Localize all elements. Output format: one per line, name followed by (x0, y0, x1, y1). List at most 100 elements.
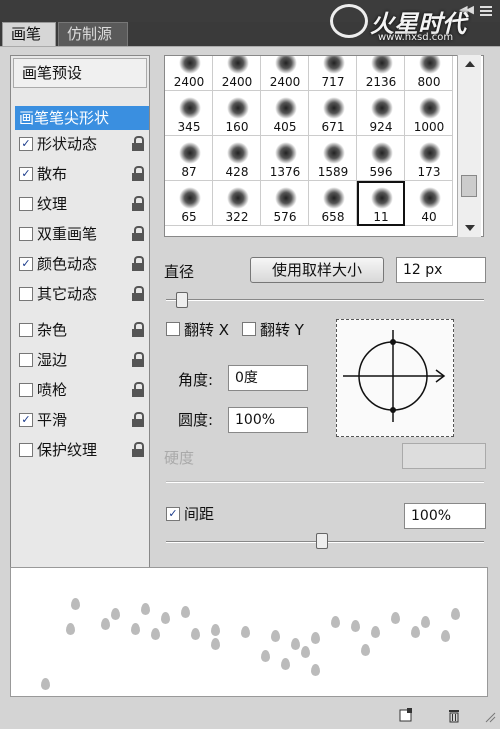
brush-setting-checkbox[interactable] (19, 197, 33, 211)
flip-x-label: 翻转 X (184, 321, 230, 339)
lock-icon[interactable] (131, 136, 145, 152)
brush-tip-cell[interactable]: 40 (405, 181, 453, 226)
brush-tip-cell[interactable]: 173 (405, 136, 453, 181)
brush-tip-cell[interactable]: 1589 (309, 136, 357, 181)
trash-icon[interactable] (446, 707, 462, 723)
petal-mark (191, 628, 200, 640)
angle-field[interactable]: 0度 (228, 365, 308, 391)
brush-tip-grid[interactable]: 2400 2400 2400 717 2136 800 345 160 405 671 924 100… (164, 55, 484, 237)
brush-tip-cell[interactable]: 2400 (213, 56, 261, 91)
hardness-slider-track (166, 481, 484, 483)
tab-brush[interactable]: 画笔 (2, 22, 56, 46)
petal-mark (141, 603, 150, 615)
flip-x-checkbox[interactable] (166, 322, 180, 336)
brush-tip-size: 322 (225, 210, 249, 224)
petal-mark (281, 658, 290, 670)
brush-setting-checkbox[interactable] (19, 323, 33, 337)
brush-tip-cell[interactable]: 717 (309, 56, 357, 91)
brush-setting-checkbox[interactable] (19, 353, 33, 367)
brush-tip-cell[interactable]: 924 (357, 91, 405, 136)
lock-icon[interactable] (131, 196, 145, 212)
brush-tip-cell[interactable]: 322 (213, 181, 261, 226)
scroll-up-icon[interactable] (465, 61, 475, 67)
lock-icon[interactable] (131, 226, 145, 242)
brush-tip-cell[interactable]: 428 (213, 136, 261, 181)
lock-icon[interactable] (131, 322, 145, 338)
lock-icon[interactable] (131, 442, 145, 458)
brush-setting-checkbox[interactable]: ✓ (19, 413, 33, 427)
petal-mark (66, 623, 75, 635)
roundness-field[interactable]: 100% (228, 407, 308, 433)
brush-tip-size: 87 (181, 165, 197, 179)
tab-clone-source[interactable]: 仿制源 (58, 22, 128, 46)
brush-tip-cell[interactable]: 345 (165, 91, 213, 136)
brush-tip-cell[interactable]: 1376 (261, 136, 309, 181)
brush-tip-cell[interactable]: 2400 (261, 56, 309, 91)
scroll-down-icon[interactable] (465, 225, 475, 231)
brush-tip-cell[interactable]: 160 (213, 91, 261, 136)
brush-tip-cell[interactable]: 1000 (405, 91, 453, 136)
brush-setting-checkbox[interactable] (19, 443, 33, 457)
brush-setting-item[interactable]: 保护纹理 (15, 438, 149, 462)
angle-roundness-preview[interactable] (336, 319, 454, 437)
lock-icon[interactable] (131, 352, 145, 368)
brush-setting-item[interactable]: ✓ 散布 (15, 162, 149, 186)
brush-tip-cell[interactable]: 65 (165, 181, 213, 226)
use-sample-size-button[interactable]: 使用取样大小 (250, 257, 384, 283)
brush-setting-checkbox[interactable] (19, 287, 33, 301)
brush-tip-size: 40 (421, 210, 437, 224)
lock-icon[interactable] (131, 412, 145, 428)
brush-tip-cell[interactable]: 87 (165, 136, 213, 181)
new-preset-icon[interactable] (398, 707, 414, 723)
brush-tip-cell[interactable]: 800 (405, 56, 453, 91)
petal-mark (291, 638, 300, 650)
brush-setting-item[interactable]: 其它动态 (15, 282, 149, 306)
brush-setting-item[interactable]: 湿边 (15, 348, 149, 372)
brush-setting-item[interactable]: 双重画笔 (15, 222, 149, 246)
brush-tip-thumbnail (275, 187, 297, 209)
brush-setting-item[interactable]: 画笔笔尖形状 (15, 106, 149, 130)
brush-setting-checkbox[interactable]: ✓ (19, 167, 33, 181)
brush-tip-cell[interactable]: 2400 (165, 56, 213, 91)
brush-setting-checkbox[interactable]: ✓ (19, 257, 33, 271)
diameter-slider-track[interactable] (166, 299, 484, 301)
brush-grid-scrollbar[interactable] (457, 55, 481, 237)
brush-tip-size: 173 (417, 165, 441, 179)
spacing-checkbox[interactable]: ✓ (166, 507, 180, 521)
brush-tip-cell[interactable]: 11 (357, 181, 405, 226)
flip-y-label: 翻转 Y (260, 321, 304, 339)
lock-icon[interactable] (131, 256, 145, 272)
spacing-field[interactable]: 100% (404, 503, 486, 529)
brush-setting-item[interactable]: 杂色 (15, 318, 149, 342)
brush-setting-item[interactable]: 纹理 (15, 192, 149, 216)
diameter-slider-thumb[interactable] (176, 292, 188, 308)
lock-icon[interactable] (131, 286, 145, 302)
brush-tip-cell[interactable]: 576 (261, 181, 309, 226)
lock-icon[interactable] (131, 166, 145, 182)
brush-tip-cell[interactable]: 2136 (357, 56, 405, 91)
diameter-field[interactable]: 12 px (396, 257, 486, 283)
brush-setting-item[interactable]: ✓ 形状动态 (15, 132, 149, 156)
brush-setting-item[interactable]: 喷枪 (15, 378, 149, 402)
brush-setting-checkbox[interactable] (19, 383, 33, 397)
spacing-slider-thumb[interactable] (316, 533, 328, 549)
brush-setting-item[interactable]: ✓ 颜色动态 (15, 252, 149, 276)
brush-setting-checkbox[interactable] (19, 227, 33, 241)
brush-tip-cell[interactable]: 596 (357, 136, 405, 181)
brush-tip-thumbnail (227, 97, 249, 119)
brush-tip-cell[interactable]: 658 (309, 181, 357, 226)
scroll-thumb[interactable] (461, 175, 477, 197)
brush-tip-cell[interactable]: 671 (309, 91, 357, 136)
brush-setting-checkbox[interactable]: ✓ (19, 137, 33, 151)
flip-y-checkbox[interactable] (242, 322, 256, 336)
angle-label: 角度: (178, 371, 214, 389)
resize-grip-icon[interactable] (484, 711, 496, 723)
brush-presets-button[interactable]: 画笔预设 (13, 58, 147, 88)
brush-tip-thumbnail (227, 56, 249, 74)
brush-tip-size: 405 (273, 120, 297, 134)
lock-icon[interactable] (131, 382, 145, 398)
brush-tip-size: 2136 (365, 75, 397, 89)
petal-mark (371, 626, 380, 638)
brush-setting-item[interactable]: ✓ 平滑 (15, 408, 149, 432)
brush-tip-cell[interactable]: 405 (261, 91, 309, 136)
